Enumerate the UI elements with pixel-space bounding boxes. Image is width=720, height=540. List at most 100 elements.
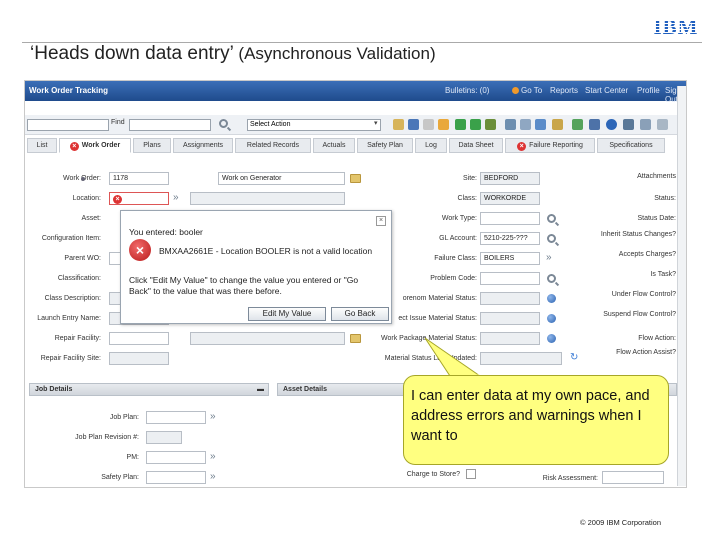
- approve-icon[interactable]: [572, 119, 583, 130]
- long-description-icon[interactable]: [350, 174, 361, 183]
- tab-log[interactable]: Log: [415, 138, 447, 153]
- chevron-icon[interactable]: »: [210, 472, 216, 482]
- dialog-instruction-2: Back" to the value that was there before…: [129, 286, 282, 296]
- slide-title: ‘Heads down data entry’ (Asynchronous Va…: [30, 43, 436, 65]
- app-header: Work Order Tracking Bulletins: (0) Go To…: [25, 81, 686, 104]
- work-order-description[interactable]: Work on Generator: [218, 172, 345, 185]
- nav-reports[interactable]: Reports: [550, 86, 578, 95]
- info-icon[interactable]: [547, 334, 556, 343]
- nav-start-center[interactable]: Start Center: [585, 86, 628, 95]
- field-label: Parent WO:: [64, 255, 101, 262]
- tab-actuals[interactable]: Actuals: [313, 138, 355, 153]
- field-label: Configuration Item:: [41, 235, 101, 242]
- route-icon[interactable]: [485, 119, 496, 130]
- tab-failure-reporting[interactable]: × Failure Reporting: [505, 138, 595, 153]
- find-label: Find: [111, 119, 125, 126]
- charge-to-store-checkbox[interactable]: [466, 469, 476, 479]
- location-input[interactable]: ×: [109, 192, 169, 205]
- job-plan-revision-input: [146, 431, 182, 444]
- repair-facility-input[interactable]: [109, 332, 169, 345]
- bookmark-icon[interactable]: [535, 119, 546, 130]
- risk-assessment-input[interactable]: [602, 471, 664, 484]
- tab-list[interactable]: List: [27, 138, 57, 153]
- tab-specifications[interactable]: Specifications: [597, 138, 665, 153]
- dialog-error-message: BMXAA2661E - Location BOOLER is not a va…: [159, 246, 373, 256]
- field-label: PM:: [126, 454, 139, 461]
- job-plan-input[interactable]: [146, 411, 206, 424]
- failure-class-input[interactable]: BOILERS: [480, 252, 540, 265]
- next-icon[interactable]: [470, 119, 481, 130]
- long-description-icon[interactable]: [350, 334, 361, 343]
- collapse-icon[interactable]: ▬: [257, 384, 264, 395]
- tab-work-order[interactable]: × Work Order: [59, 138, 131, 153]
- info-icon[interactable]: [547, 314, 556, 323]
- find-input[interactable]: [27, 119, 109, 131]
- grid-icon[interactable]: [589, 119, 600, 130]
- field-label: Repair Facility:: [54, 335, 101, 342]
- tab-data-sheet[interactable]: Data Sheet: [449, 138, 503, 153]
- field-label: Inherit Status Changes?: [600, 231, 676, 238]
- close-icon[interactable]: ×: [376, 216, 386, 226]
- field-label: Asset:: [81, 215, 101, 222]
- work-order-input[interactable]: 1178: [109, 172, 169, 185]
- field-label: Job Plan:: [109, 414, 139, 421]
- chevron-icon[interactable]: »: [173, 193, 179, 203]
- field-label: Launch Entry Name:: [37, 315, 101, 322]
- report-icon[interactable]: [552, 119, 563, 130]
- edit-icon[interactable]: [438, 119, 449, 130]
- vertical-scrollbar[interactable]: [677, 86, 686, 486]
- field-label: Status Date:: [637, 215, 676, 222]
- field-label: Status:: [654, 195, 676, 202]
- check-icon[interactable]: [606, 119, 617, 130]
- view-icon[interactable]: [520, 119, 531, 130]
- app-title: Work Order Tracking: [29, 86, 108, 95]
- save-icon[interactable]: [408, 119, 419, 130]
- search-icon[interactable]: [547, 214, 556, 223]
- info-icon[interactable]: [547, 294, 556, 303]
- workflow-icon[interactable]: [505, 119, 516, 130]
- previous-icon[interactable]: [455, 119, 466, 130]
- search-icon[interactable]: [219, 119, 228, 128]
- nav-profile[interactable]: Profile: [637, 86, 660, 95]
- field-label: Is Task?: [650, 271, 676, 278]
- go-back-button[interactable]: Go Back: [331, 307, 389, 321]
- tab-assignments[interactable]: Assignments: [173, 138, 233, 153]
- attachments-link[interactable]: Attachments: [637, 173, 676, 180]
- search-icon[interactable]: [547, 274, 556, 283]
- chevron-icon[interactable]: »: [210, 412, 216, 422]
- nav-bulletins[interactable]: Bulletins: (0): [445, 86, 489, 95]
- field-label: Problem Code:: [430, 275, 477, 282]
- select-action-dropdown[interactable]: Select Action: [247, 119, 381, 131]
- work-type-input[interactable]: [480, 212, 540, 225]
- tab-related-records[interactable]: Related Records: [235, 138, 311, 153]
- field-label: Flow Action Assist?: [616, 349, 676, 356]
- find-field[interactable]: [129, 119, 211, 131]
- gl-account-input[interactable]: 5210-225-???: [480, 232, 540, 245]
- copy-icon[interactable]: [640, 119, 651, 130]
- field-label: Suspend Flow Control?: [603, 311, 676, 318]
- title-sub: (Asynchronous Validation): [238, 44, 436, 63]
- problem-code-input[interactable]: [480, 272, 540, 285]
- tab-safety-plan[interactable]: Safety Plan: [357, 138, 413, 153]
- safety-plan-input[interactable]: [146, 471, 206, 484]
- field-label: Job Plan Revision #:: [75, 434, 139, 441]
- chevron-icon[interactable]: »: [546, 253, 552, 263]
- edit-my-value-button[interactable]: Edit My Value: [248, 307, 326, 321]
- repair-facility-description: [190, 332, 345, 345]
- new-icon[interactable]: [393, 119, 404, 130]
- field-label: Flow Action:: [638, 335, 676, 342]
- nav-goto[interactable]: Go To: [512, 86, 542, 95]
- clear-icon[interactable]: [423, 119, 434, 130]
- refresh-icon[interactable]: ↻: [570, 352, 578, 363]
- required-marker: [81, 177, 85, 181]
- search-icon[interactable]: [547, 234, 556, 243]
- tab-plans[interactable]: Plans: [133, 138, 171, 153]
- ibm-logo: IBM: [653, 14, 699, 39]
- print-icon[interactable]: [657, 119, 668, 130]
- chevron-icon[interactable]: »: [210, 452, 216, 462]
- field-label: orenom Material Status:: [402, 295, 477, 302]
- chevron-down-icon[interactable]: ▾: [374, 119, 378, 127]
- material-status-input: [480, 292, 540, 305]
- pm-input[interactable]: [146, 451, 206, 464]
- people-icon[interactable]: [623, 119, 634, 130]
